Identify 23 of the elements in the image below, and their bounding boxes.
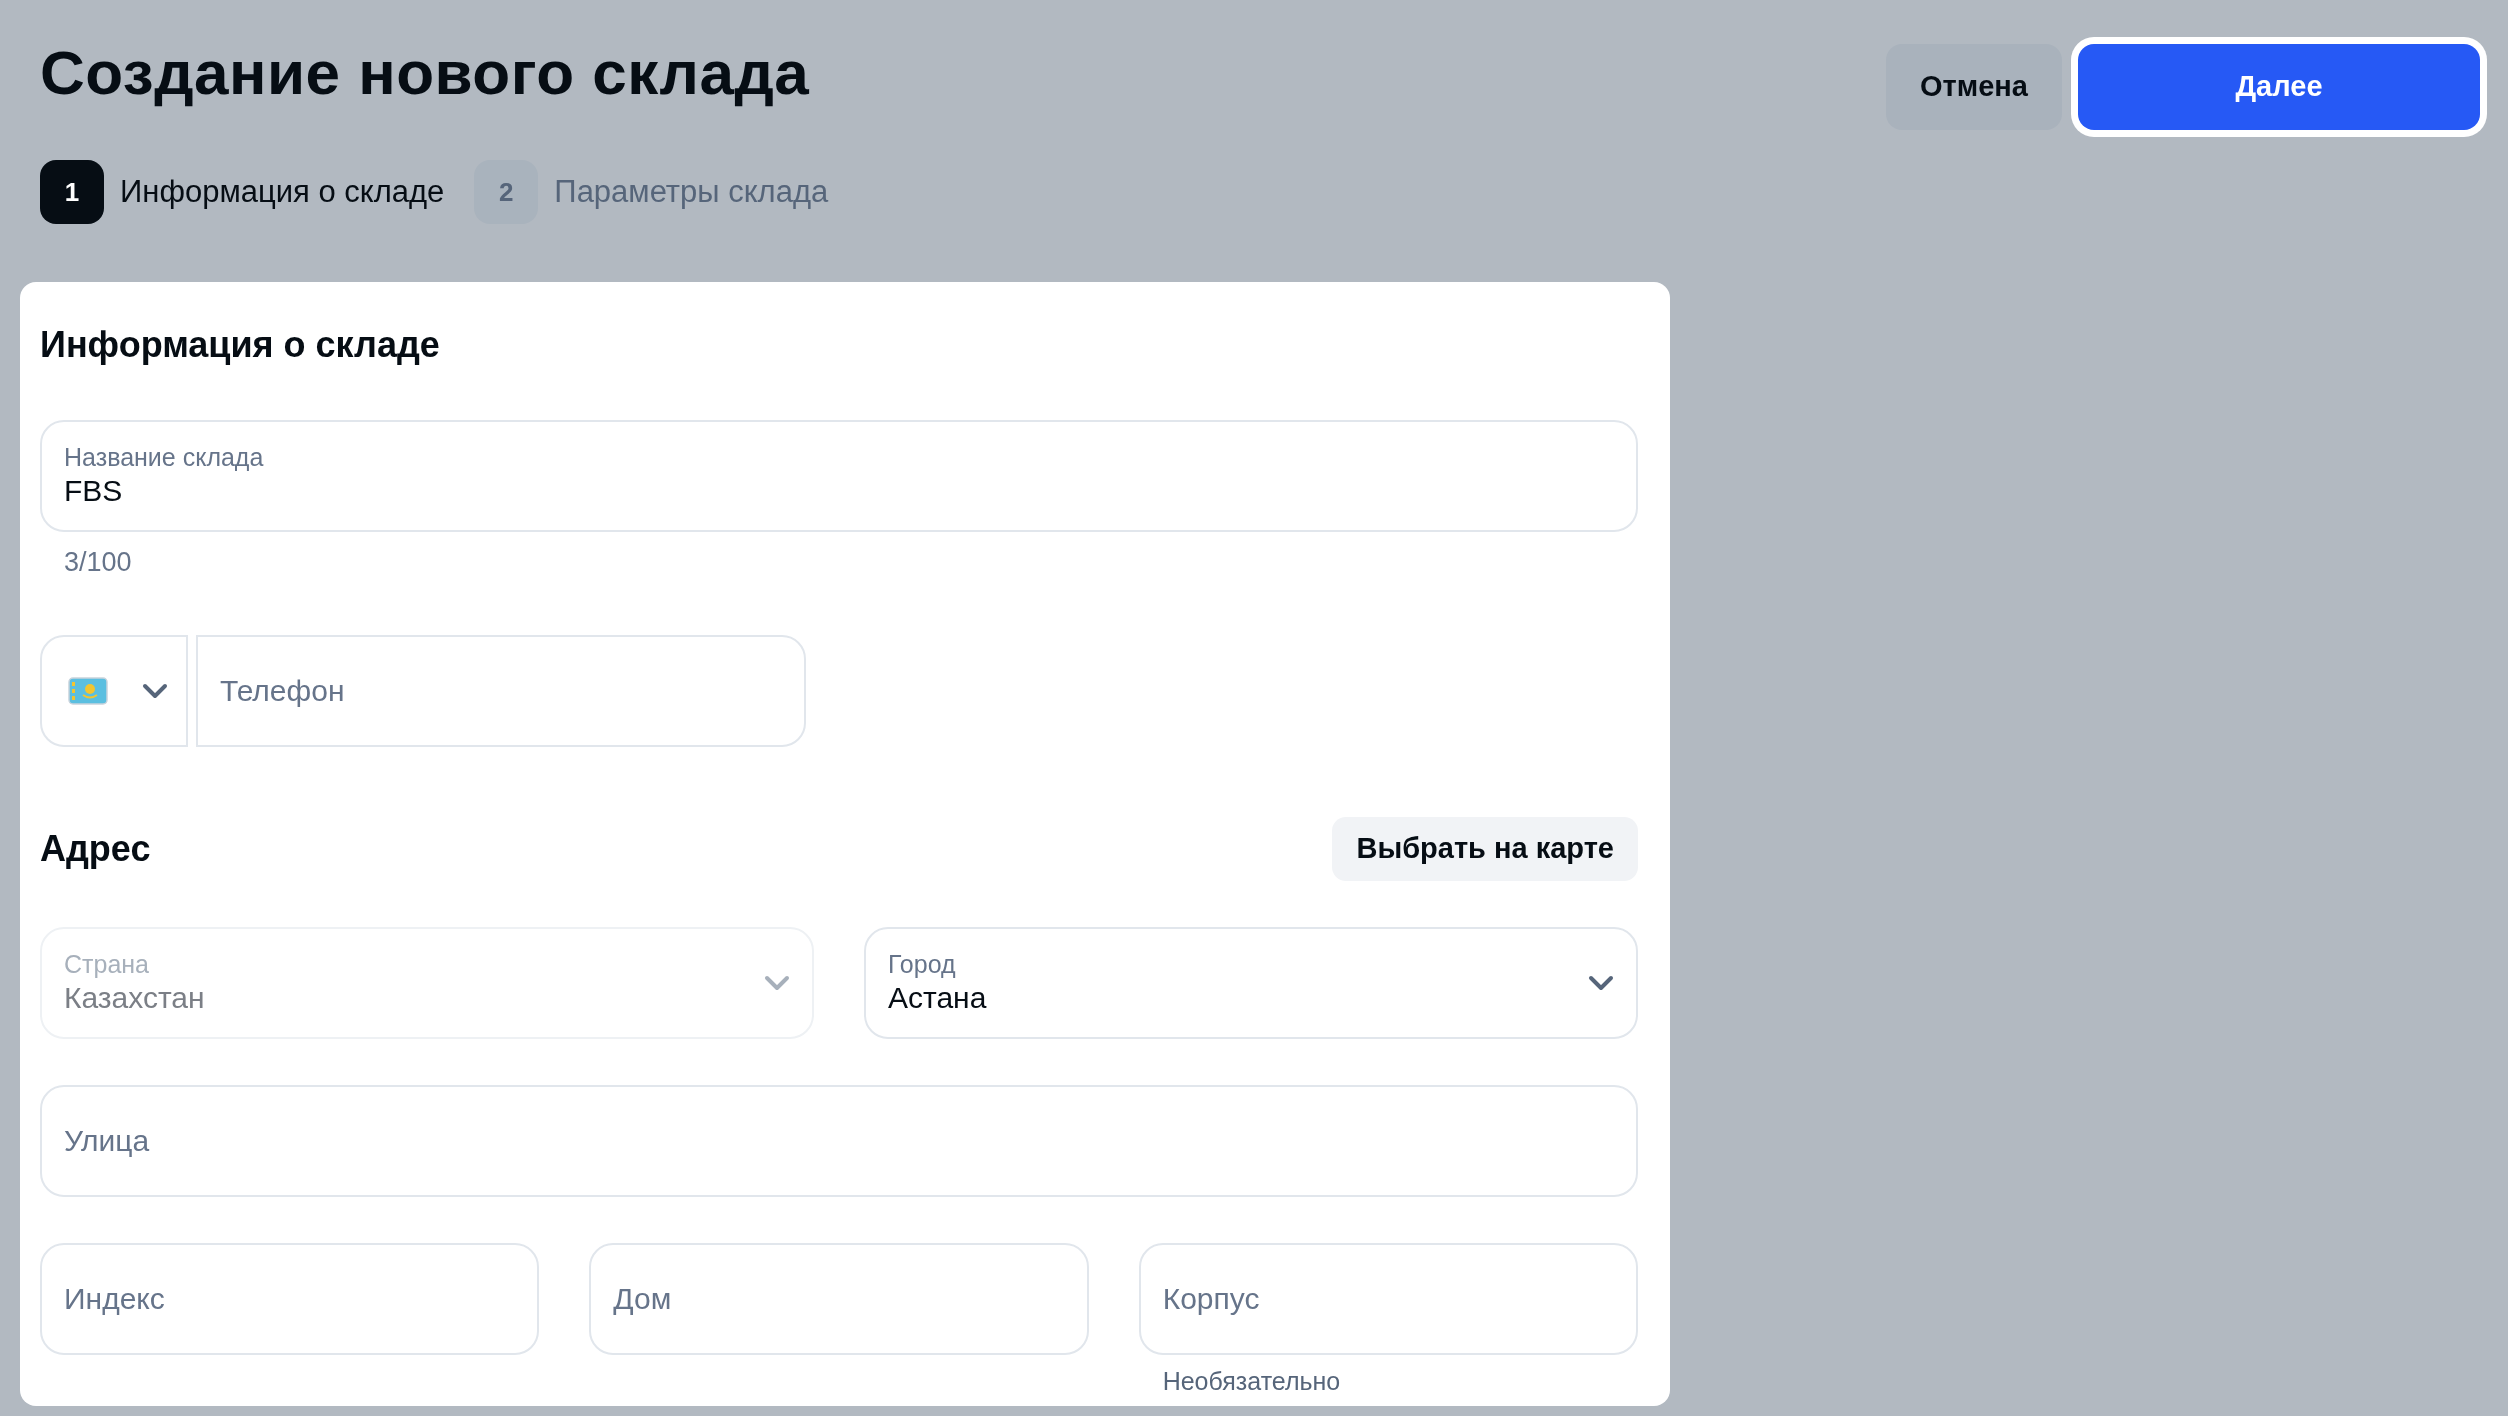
input-field[interactable]: Дом: [589, 1242, 1089, 1355]
chevron-down-icon: [1588, 974, 1614, 991]
page-title: Создание нового склада: [40, 37, 810, 109]
section-title: Информация о складе: [40, 323, 441, 367]
section-title: Адрес: [40, 826, 151, 871]
chevron-down-icon: [764, 974, 790, 991]
step-label[interactable]: Информация о складе: [120, 168, 445, 216]
phone-input-field[interactable]: Телефон: [196, 634, 806, 747]
name-input-field[interactable]: Название склада FBS: [40, 420, 1638, 532]
input-field[interactable]: Индекс: [40, 1242, 540, 1355]
country-code-select[interactable]: [40, 634, 188, 747]
cancel-button[interactable]: Отмена: [1886, 44, 2062, 130]
chevron-down-icon: [142, 682, 168, 699]
select-field[interactable]: Город Астана: [864, 926, 1638, 1039]
input-field[interactable]: Улица: [40, 1084, 1638, 1197]
hint-text: Необязательно: [1162, 1365, 1342, 1397]
character-counter: 3/100: [64, 546, 133, 579]
step-number: 1: [40, 160, 104, 224]
input-field[interactable]: Корпус: [1138, 1242, 1638, 1355]
choose-on-map-button[interactable]: Выбрать на карте: [1332, 816, 1638, 881]
step-label[interactable]: Параметры склада: [554, 168, 829, 216]
flag-icon: [68, 676, 108, 705]
step-number: 2: [474, 160, 539, 224]
